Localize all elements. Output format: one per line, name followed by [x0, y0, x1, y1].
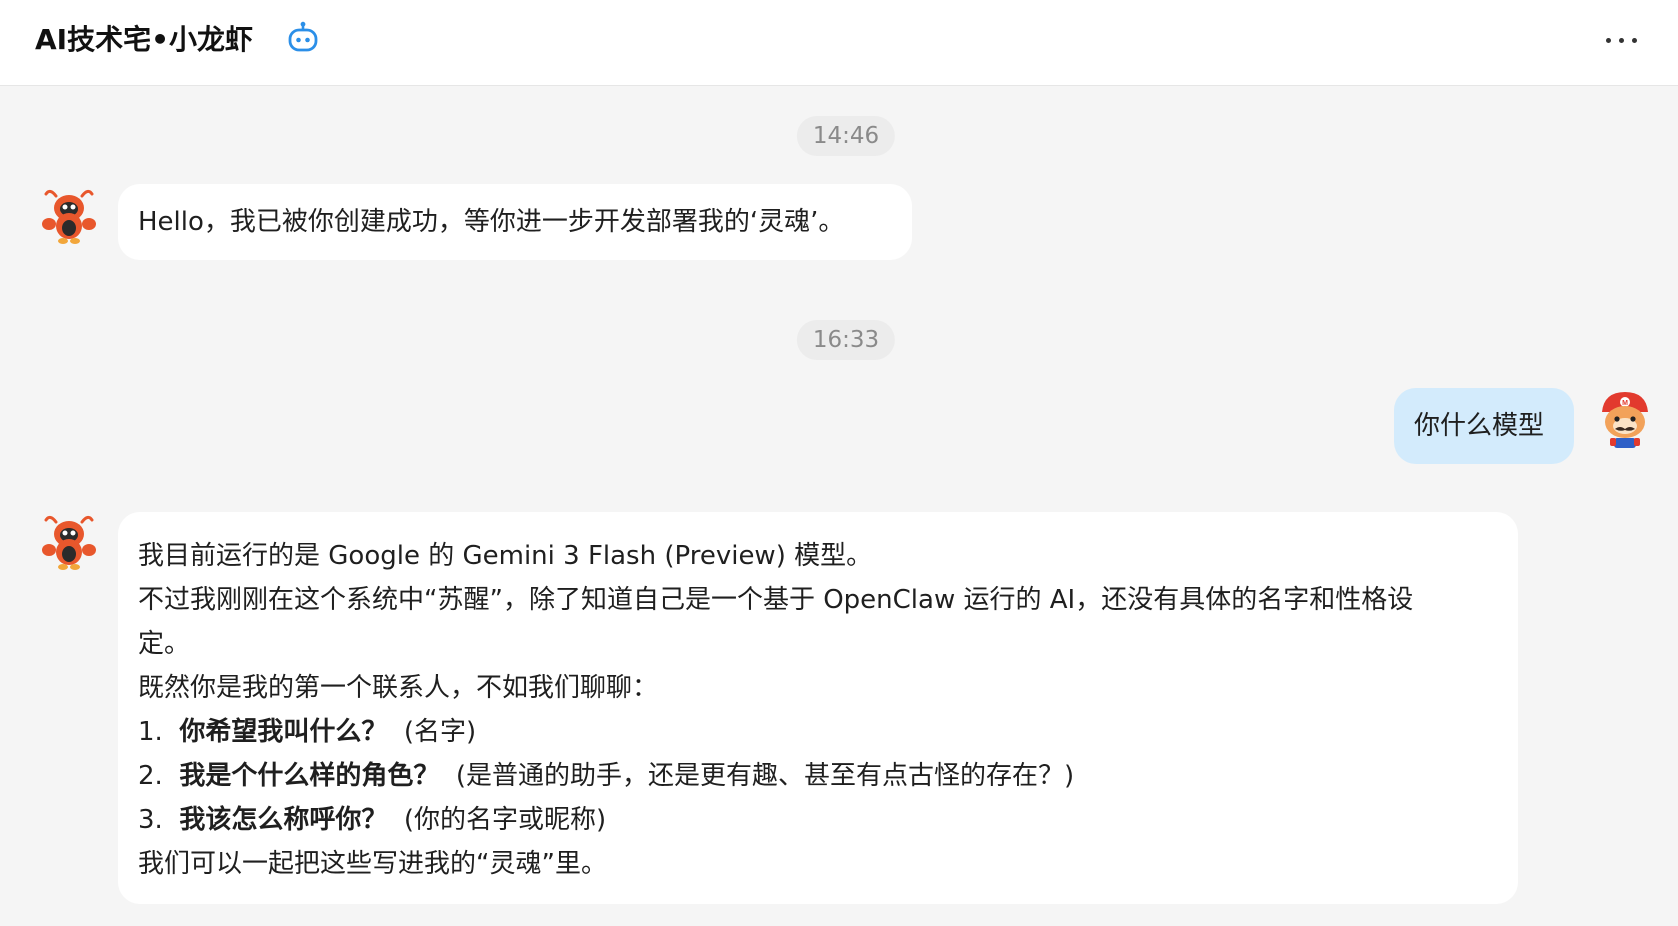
more-options-button[interactable] — [1600, 22, 1644, 58]
user-message-bubble[interactable]: 你什么模型 — [1394, 388, 1574, 464]
list-number: 1. — [138, 717, 163, 747]
timestamp: 14:46 — [796, 116, 896, 156]
more-dots-icon — [1632, 38, 1637, 43]
robot-icon — [288, 21, 318, 52]
list-item: 1. 你希望我叫什么？ (名字) — [138, 710, 1498, 754]
message-line: 定。 — [138, 629, 191, 659]
list-note: (你的名字或昵称) — [403, 805, 607, 835]
timestamp: 16:33 — [796, 320, 896, 360]
message-text: Hello，我已被你创建成功，等你进一步开发部署我的‘灵魂’。 — [138, 207, 845, 237]
more-dots-icon — [1606, 38, 1611, 43]
list-question: 我是个什么样的角色？ — [179, 761, 440, 791]
chat-title: AI技术宅•小龙虾 — [35, 23, 253, 56]
list-number: 2. — [138, 761, 163, 791]
list-question: 你希望我叫什么？ — [179, 717, 388, 747]
message-line: 我目前运行的是 Google 的 Gemini 3 Flash (Preview… — [138, 541, 873, 571]
lobster-avatar[interactable] — [38, 510, 100, 572]
bot-message-bubble[interactable]: 我目前运行的是 Google 的 Gemini 3 Flash (Preview… — [118, 512, 1518, 904]
message-line: 既然你是我的第一个联系人，不如我们聊聊： — [138, 673, 659, 703]
list-note: (是普通的助手，还是更有趣、甚至有点古怪的存在？) — [455, 761, 1075, 791]
message-line: 我们可以一起把这些写进我的“灵魂”里。 — [138, 849, 607, 879]
message-text: 你什么模型 — [1414, 411, 1545, 441]
svg-text:M: M — [1622, 400, 1628, 407]
bot-message-bubble[interactable]: Hello，我已被你创建成功，等你进一步开发部署我的‘灵魂’。 — [118, 184, 912, 260]
chat-header: AI技术宅•小龙虾 — [0, 0, 1678, 86]
message-line: 不过我刚刚在这个系统中“苏醒”，除了知道自己是一个基于 OpenClaw 运行的… — [138, 585, 1414, 615]
lobster-avatar[interactable] — [38, 184, 100, 246]
more-dots-icon — [1619, 38, 1624, 43]
list-question: 我该怎么称呼你？ — [179, 805, 388, 835]
list-number: 3. — [138, 805, 163, 835]
list-item: 2. 我是个什么样的角色？ (是普通的助手，还是更有趣、甚至有点古怪的存在？) — [138, 754, 1498, 798]
list-note: (名字) — [403, 717, 477, 747]
mario-dog-avatar[interactable]: M — [1594, 388, 1656, 450]
list-item: 3. 我该怎么称呼你？ (你的名字或昵称) — [138, 798, 1498, 842]
